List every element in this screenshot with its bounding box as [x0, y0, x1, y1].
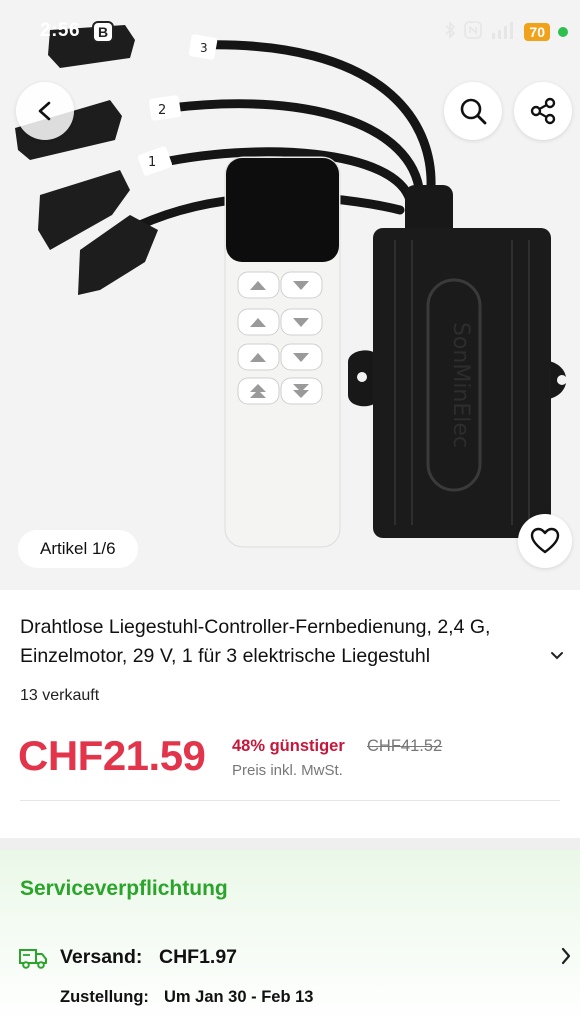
- section-separator: [0, 838, 580, 850]
- svg-text:1: 1: [148, 155, 156, 170]
- privacy-dot-icon: [558, 27, 568, 37]
- delivery-window: Um Jan 30 - Feb 13: [164, 988, 314, 1006]
- nfc-icon: [464, 21, 483, 43]
- chevron-right-icon: [560, 946, 572, 971]
- shipping-row[interactable]: Versand: CHF1.97 Zustellung: Um Jan 30 -…: [0, 938, 580, 1024]
- image-counter: Artikel 1/6: [18, 530, 138, 568]
- status-icons: 70: [444, 20, 568, 44]
- tax-note: Preis inkl. MwSt.: [232, 762, 343, 779]
- shipping-label: Versand:: [60, 946, 143, 968]
- shipping-price: CHF1.97: [159, 946, 238, 968]
- product-image: 3 2 1 SonMinElec: [15, 25, 567, 548]
- product-image-area[interactable]: 3 2 1 SonMinElec 2:56 B 70 Artikel 1/6: [0, 0, 580, 590]
- sold-count: 13 verkauft: [20, 687, 100, 704]
- expand-title-button[interactable]: [550, 648, 564, 666]
- chevron-down-icon: [551, 652, 563, 660]
- heart-icon: [530, 527, 560, 554]
- bluetooth-icon: [444, 21, 456, 43]
- divider: [20, 800, 560, 801]
- share-icon: [530, 97, 556, 125]
- status-b-badge: B: [92, 21, 114, 43]
- device-logo: SonMinElec: [448, 322, 473, 448]
- svg-text:2: 2: [158, 103, 166, 118]
- search-button[interactable]: [444, 82, 502, 140]
- back-button[interactable]: [16, 82, 74, 140]
- status-bar: 2:56 B 70: [0, 0, 580, 62]
- delivery-label: Zustellung:: [60, 988, 149, 1006]
- product-title[interactable]: Drahtlose Liegestuhl-Controller-Fernbedi…: [20, 613, 560, 671]
- service-section: Serviceverpflichtung Versand: CHF1.97 Zu…: [0, 850, 580, 1024]
- signal-icon: [490, 21, 516, 43]
- status-time: 2:56: [40, 20, 81, 41]
- current-price: CHF21.59: [18, 732, 206, 779]
- search-icon: [460, 98, 487, 125]
- service-title: Serviceverpflichtung: [20, 877, 228, 900]
- truck-icon: [18, 946, 48, 975]
- chevron-left-icon: [38, 101, 51, 121]
- original-price: CHF41.52: [367, 737, 443, 755]
- battery-indicator: 70: [524, 23, 550, 41]
- discount-badge: 48% günstiger: [232, 737, 345, 755]
- favorite-button[interactable]: [518, 514, 572, 568]
- share-button[interactable]: [514, 82, 572, 140]
